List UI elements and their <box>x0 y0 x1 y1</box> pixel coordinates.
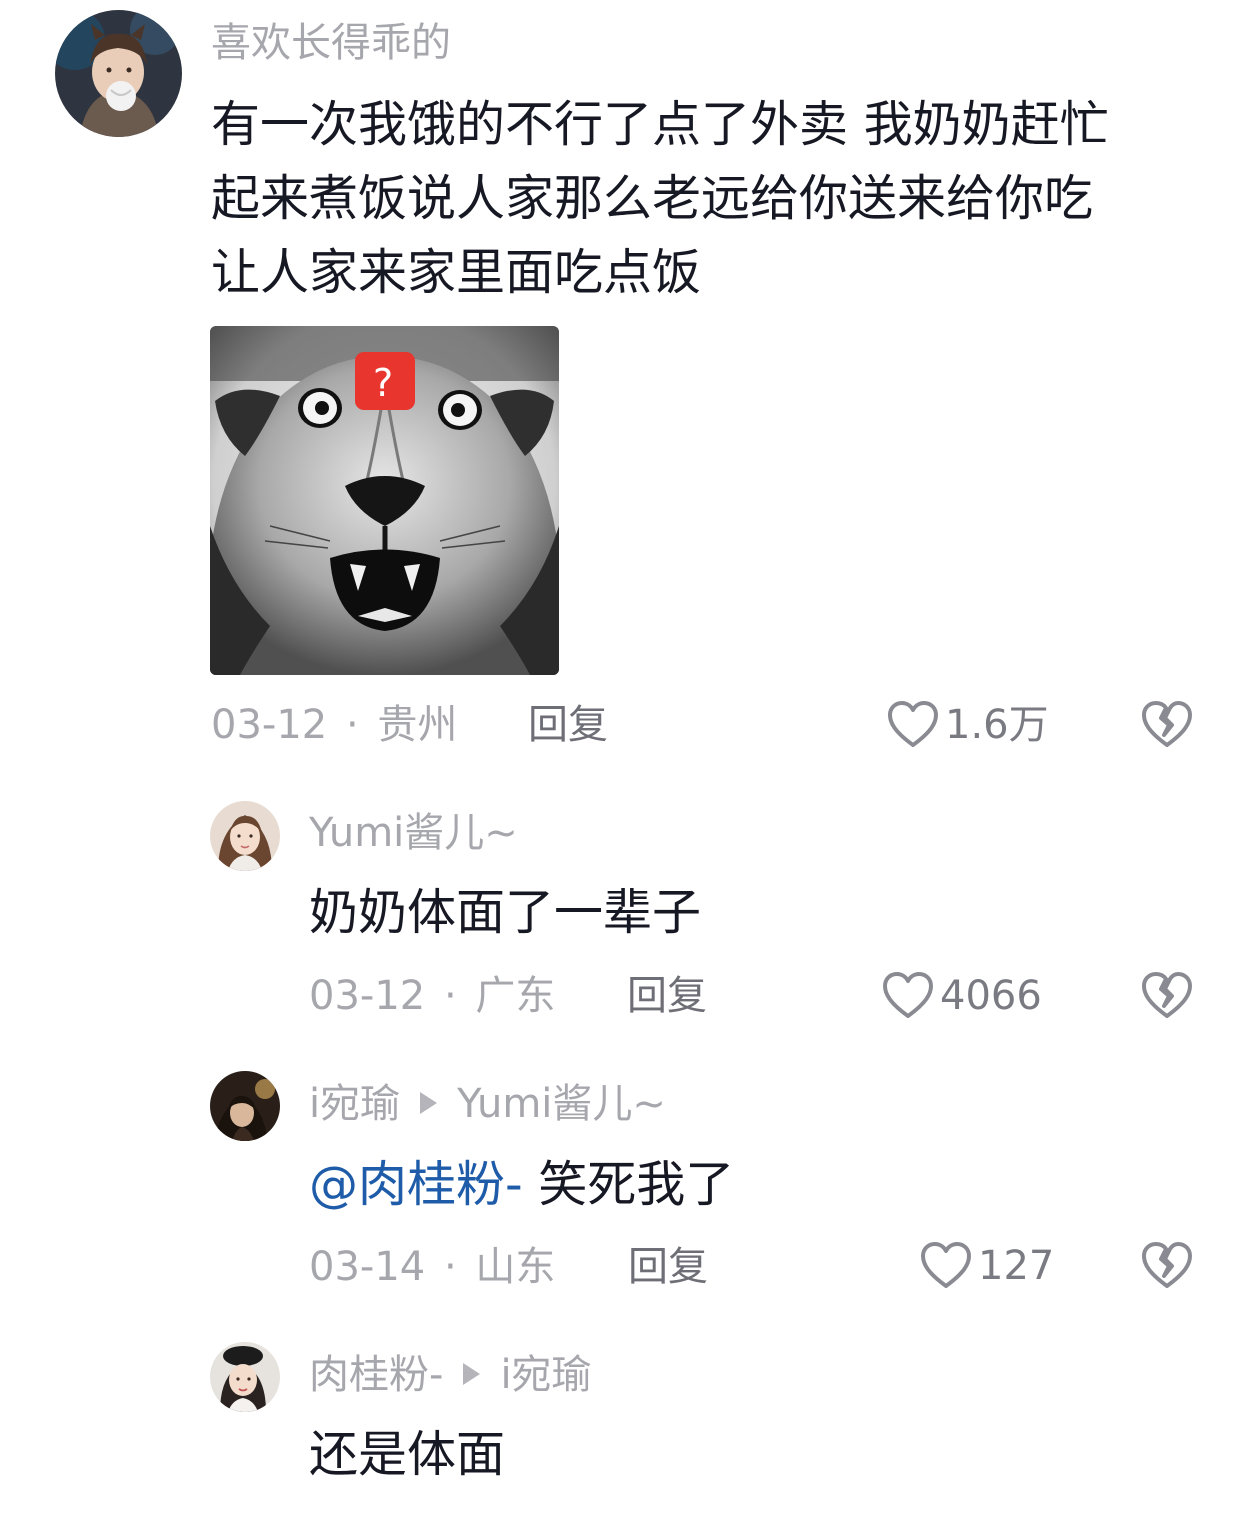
like-button[interactable]: 1.6万 <box>885 697 1049 753</box>
reply-date: 03-12 <box>309 973 426 1019</box>
avatar[interactable] <box>55 10 182 137</box>
separator-dot: · <box>345 702 359 748</box>
like-count: 127 <box>978 1243 1055 1289</box>
comment-text-line: 有一次我饿的不行了点了外卖 我奶奶赶忙 <box>211 96 1109 153</box>
reply-date: 03-14 <box>309 1244 426 1290</box>
separator-dot: · <box>443 973 457 1019</box>
sticker-question-badge: ? <box>373 361 393 405</box>
reply-button[interactable]: 回复 <box>627 971 707 1021</box>
like-count: 4066 <box>940 973 1042 1019</box>
lion-sticker-image[interactable]: ? <box>210 326 559 675</box>
reply-text: @肉桂粉- 笑死我了 <box>309 1155 734 1215</box>
reply-to-username[interactable]: Yumi酱儿~ <box>457 1081 666 1127</box>
reply-text: 还是体面 <box>309 1426 506 1483</box>
comment-text-line: 起来煮饭说人家那么老远给你送来给你吃 <box>211 170 1094 227</box>
play-triangle-icon <box>463 1363 481 1385</box>
reply-date-location: 03-12 · 广东 <box>309 971 555 1021</box>
like-button[interactable]: 4066 <box>880 968 1042 1024</box>
comment-username[interactable]: 喜欢长得乖的 <box>211 18 451 68</box>
broken-heart-icon <box>1142 972 1192 1018</box>
reply-username[interactable]: i宛瑜 <box>309 1081 400 1127</box>
broken-heart-icon <box>1142 701 1192 747</box>
mention-link[interactable]: @肉桂粉- <box>309 1156 523 1213</box>
avatar[interactable] <box>210 1342 280 1412</box>
reply-date-location: 03-14 · 山东 <box>309 1242 555 1292</box>
separator-dot: · <box>443 1244 457 1290</box>
play-triangle-icon <box>420 1092 438 1114</box>
like-count: 1.6万 <box>945 702 1049 748</box>
reply-button[interactable]: 回复 <box>528 700 608 750</box>
reply-button[interactable]: 回复 <box>628 1242 708 1292</box>
reply-text: 奶奶体面了一辈子 <box>309 884 702 941</box>
avatar[interactable] <box>210 1071 280 1141</box>
reply-username[interactable]: 肉桂粉- <box>309 1352 443 1398</box>
dislike-button[interactable] <box>1139 968 1195 1024</box>
reply-text-content: 笑死我了 <box>522 1156 735 1213</box>
reply-username[interactable]: Yumi酱儿~ <box>309 808 518 858</box>
heart-outline-icon <box>888 701 938 747</box>
broken-heart-icon <box>1142 1242 1192 1288</box>
reply-to-username[interactable]: i宛瑜 <box>500 1352 591 1398</box>
comment-location: 贵州 <box>377 702 458 748</box>
dislike-button[interactable] <box>1139 1238 1195 1294</box>
dislike-button[interactable] <box>1139 697 1195 753</box>
comment-text-line: 让人家来家里面吃点饭 <box>211 244 702 301</box>
heart-outline-icon <box>921 1242 971 1288</box>
heart-outline-icon <box>883 972 933 1018</box>
avatar[interactable] <box>210 801 280 871</box>
like-button[interactable]: 127 <box>918 1238 1054 1294</box>
comment-date-location: 03-12 · 贵州 <box>211 700 457 750</box>
reply-location: 山东 <box>475 1244 556 1290</box>
reply-location: 广东 <box>475 973 556 1019</box>
comment-date: 03-12 <box>211 702 328 748</box>
comment-thread: 喜欢长得乖的 有一次我饿的不行了点了外卖 我奶奶赶忙 起来煮饭说人家那么老远给你… <box>0 0 1260 1513</box>
reply-username-line: 肉桂粉-i宛瑜 <box>309 1350 592 1400</box>
reply-username-line: i宛瑜 Yumi酱儿~ <box>309 1079 666 1129</box>
